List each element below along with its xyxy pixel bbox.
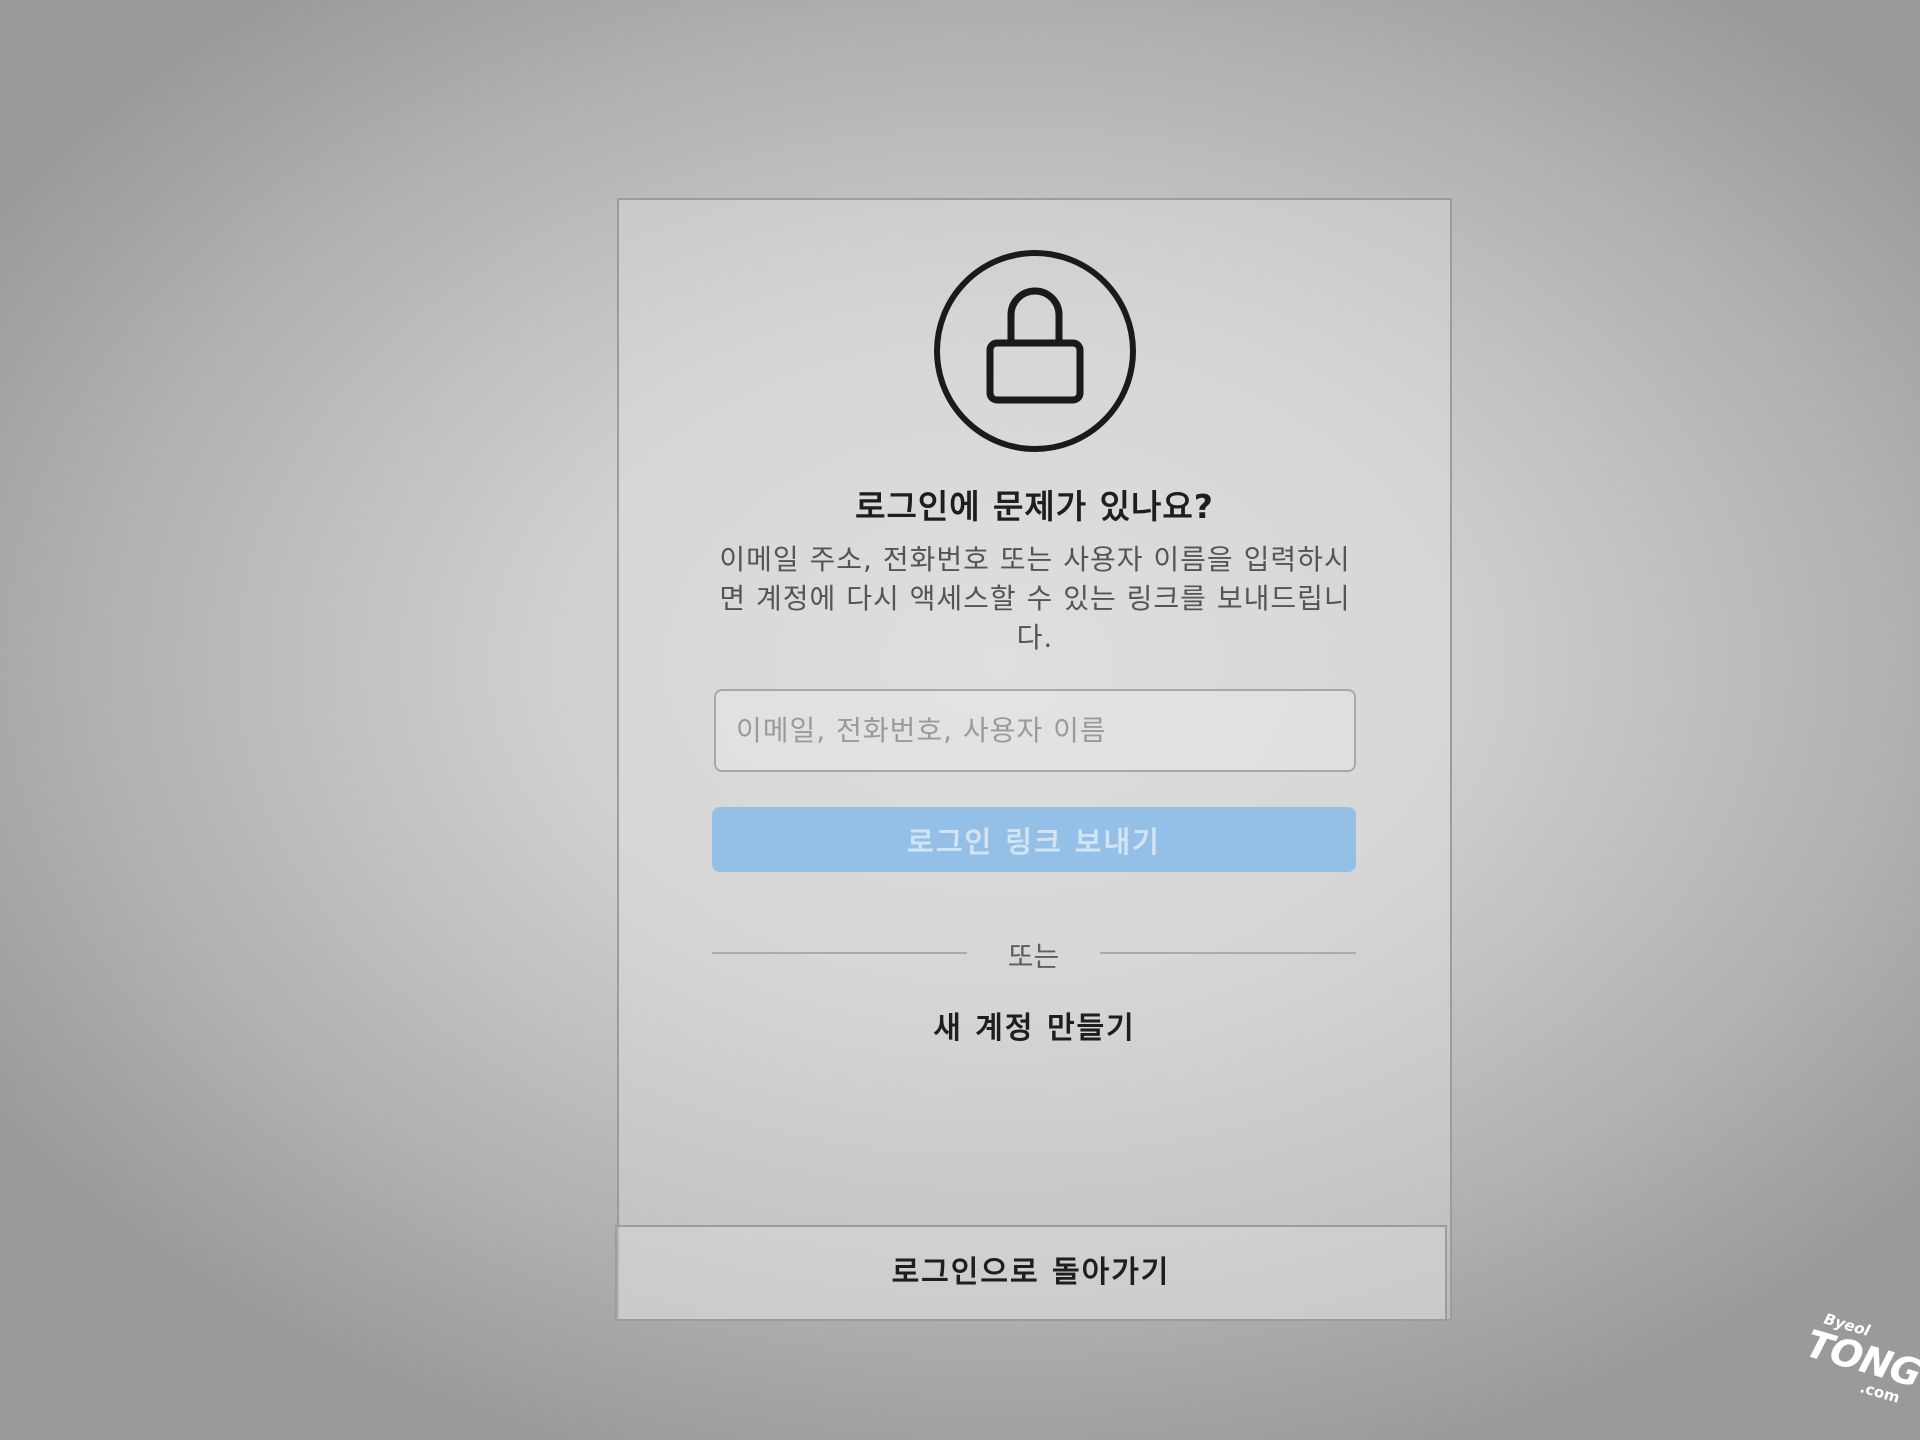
send-login-link-button[interactable]: 로그인 링크 보내기 — [712, 807, 1356, 872]
create-account-link[interactable]: 새 계정 만들기 — [617, 1003, 1452, 1047]
back-to-login-button[interactable]: 로그인으로 돌아가기 — [615, 1225, 1447, 1321]
divider-or-text: 또는 — [1007, 940, 1060, 973]
divider-line-right — [1100, 952, 1356, 954]
lock-icon — [934, 250, 1136, 452]
divider-line-left — [712, 952, 967, 954]
instructions-text: 이메일 주소, 전화번호 또는 사용자 이름을 입력하시면 계정에 다시 액세스… — [719, 543, 1351, 654]
page-title: 로그인에 문제가 있나요? — [855, 487, 1214, 526]
identifier-input[interactable] — [714, 689, 1356, 772]
watermark-logo: Byeol TONG .com — [1787, 1307, 1920, 1440]
